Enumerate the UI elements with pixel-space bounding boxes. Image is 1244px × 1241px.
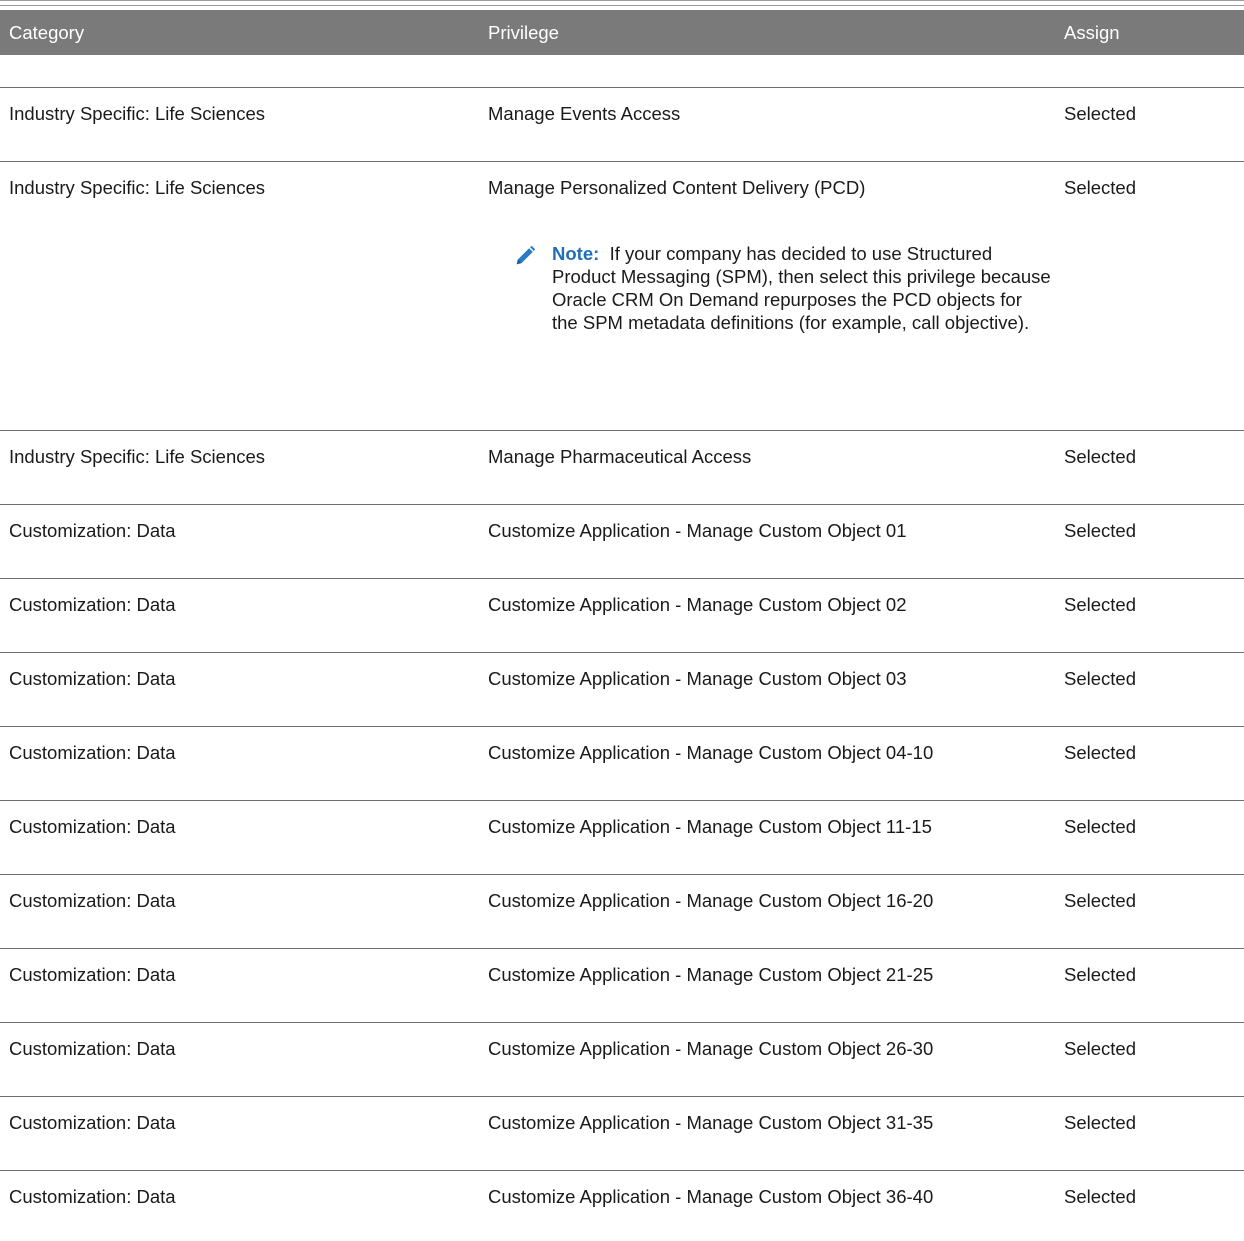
row-assign: Selected [1064, 816, 1136, 837]
row-privilege: Customize Application - Manage Custom Ob… [488, 890, 934, 911]
table-row: Industry Specific: Life Sciences Manage … [0, 87, 1244, 161]
row-privilege: Customize Application - Manage Custom Ob… [488, 964, 934, 985]
row-privilege: Customize Application - Manage Custom Ob… [488, 742, 934, 763]
row-category: Industry Specific: Life Sciences [9, 446, 266, 467]
top-rule [0, 0, 1244, 6]
row-category: Customization: Data [9, 668, 176, 689]
table-row: Customization: Data Customize Applicatio… [0, 874, 1244, 948]
row-privilege: Customize Application - Manage Custom Ob… [488, 816, 932, 837]
row-privilege: Customize Application - Manage Custom Ob… [488, 1186, 934, 1207]
table-row: Customization: Data Customize Applicatio… [0, 578, 1244, 652]
row-category: Customization: Data [9, 520, 176, 541]
note-text: If your company has decided to use Struc… [552, 243, 1051, 333]
table-row: Customization: Data Customize Applicatio… [0, 1170, 1244, 1241]
row-privilege: Manage Pharmaceutical Access [488, 446, 752, 467]
table-row: Customization: Data Customize Applicatio… [0, 504, 1244, 578]
row-category: Customization: Data [9, 1038, 176, 1059]
header-privilege: Privilege [488, 22, 559, 43]
table-header: Category Privilege Assign [0, 10, 1244, 55]
row-assign: Selected [1064, 742, 1136, 763]
row-assign: Selected [1064, 890, 1136, 911]
row-privilege: Customize Application - Manage Custom Ob… [488, 1038, 934, 1059]
table-row: Customization: Data Customize Applicatio… [0, 1096, 1244, 1170]
row-category: Customization: Data [9, 1112, 176, 1133]
row-assign: Selected [1064, 594, 1136, 615]
table-row: Industry Specific: Life Sciences Manage … [0, 430, 1244, 504]
row-category: Industry Specific: Life Sciences [9, 103, 266, 124]
row-category: Customization: Data [9, 742, 176, 763]
table-row: Customization: Data Customize Applicatio… [0, 652, 1244, 726]
row-category: Customization: Data [9, 816, 176, 837]
header-category: Category [9, 22, 85, 43]
row-assign: Selected [1064, 1038, 1136, 1059]
row-privilege: Customize Application - Manage Custom Ob… [488, 668, 907, 689]
table-row: Customization: Data Customize Applicatio… [0, 948, 1244, 1022]
row-privilege: Customize Application - Manage Custom Ob… [488, 520, 907, 541]
row-category: Customization: Data [9, 594, 176, 615]
row-assign: Selected [1064, 964, 1136, 985]
table-row: Industry Specific: Life Sciences Manage … [0, 161, 1244, 430]
pencil-icon [516, 245, 536, 265]
row-privilege: Customize Application - Manage Custom Ob… [488, 1112, 934, 1133]
row-assign: Selected [1064, 668, 1136, 689]
note-label: Note: [552, 243, 600, 264]
row-assign: Selected [1064, 1112, 1136, 1133]
row-category: Customization: Data [9, 890, 176, 911]
row-privilege: Customize Application - Manage Custom Ob… [488, 594, 907, 615]
table-row: Customization: Data Customize Applicatio… [0, 800, 1244, 874]
row-assign: Selected [1064, 1186, 1136, 1207]
row-assign: Selected [1064, 103, 1136, 124]
row-category: Customization: Data [9, 1186, 176, 1207]
note-body: Note: If your company has decided to use… [552, 242, 1052, 334]
header-assign: Assign [1064, 22, 1120, 43]
row-privilege: Manage Personalized Content Delivery (PC… [488, 177, 866, 198]
table-row: Customization: Data Customize Applicatio… [0, 1022, 1244, 1096]
row-assign: Selected [1064, 520, 1136, 541]
row-assign: Selected [1064, 446, 1136, 467]
table-row: Customization: Data Customize Applicatio… [0, 726, 1244, 800]
row-category: Customization: Data [9, 964, 176, 985]
row-assign: Selected [1064, 177, 1136, 198]
row-category: Industry Specific: Life Sciences [9, 177, 266, 198]
row-privilege: Manage Events Access [488, 103, 681, 124]
